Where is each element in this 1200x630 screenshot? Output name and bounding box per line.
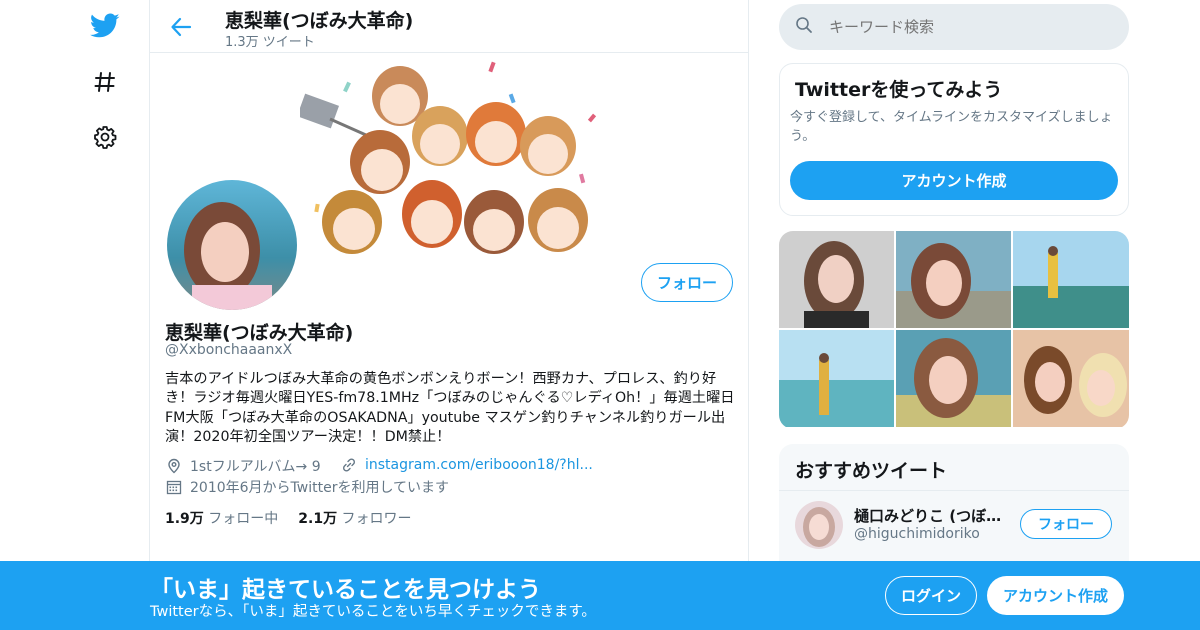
signup-card-text: 今すぐ登録して、タイムラインをカスタマイズしましょう。 (790, 110, 1113, 144)
profile-joined: 2010年6月からTwitterを利用しています (165, 477, 449, 497)
media-thumbnail[interactable] (779, 231, 894, 328)
signup-button[interactable]: アカウント作成 (987, 576, 1124, 615)
location-pin-icon (165, 457, 183, 475)
profile-display-name: 恵梨華(つぼみ大革命) (165, 322, 354, 344)
link-icon (340, 456, 358, 474)
hashtag-icon[interactable] (85, 62, 125, 102)
recommended-user-avatar[interactable] (795, 501, 843, 549)
followers-stat[interactable]: 2.1万 フォロワー (298, 508, 411, 528)
joined-text: 2010年6月からTwitterを利用しています (190, 480, 450, 496)
profile-avatar[interactable] (164, 177, 300, 313)
profile-location: 1stフルアルバム→ 9 (165, 456, 321, 476)
header-tweet-count: 1.3万 ツイート (225, 35, 315, 50)
gear-icon[interactable] (85, 117, 125, 157)
profile-bio: 吉本のアイドルつぼみ大革命の黄色ボンボンえりボーン！西野カナ、プロレス、釣り好き… (165, 371, 735, 445)
recommended-follow-button[interactable]: フォロー (1020, 509, 1112, 539)
left-nav (0, 0, 150, 630)
followers-count: 2.1万 (298, 511, 338, 527)
media-thumbnail[interactable] (1013, 231, 1129, 328)
recommended-title: おすすめツイート (795, 460, 948, 482)
back-arrow-icon[interactable] (166, 12, 196, 42)
profile-header-bar: 恵梨華(つぼみ大革命) 1.3万 ツイート (150, 0, 748, 53)
following-stat[interactable]: 1.9万 フォロー中 (165, 508, 278, 528)
recommended-user-handle: @higuchimidoriko (854, 526, 980, 542)
search-input[interactable] (829, 18, 1099, 36)
recommended-tweets: おすすめツイート 樋口みどりこ (つぼみ... @higuchimidoriko… (779, 444, 1129, 564)
signup-card-title: Twitterを使ってみよう (795, 79, 1003, 101)
search-box (779, 4, 1129, 50)
recommended-user[interactable]: 樋口みどりこ (つぼみ... @higuchimidoriko フォロー (779, 490, 1129, 560)
website-link[interactable]: instagram.com/eribooon18/?hl... (365, 457, 593, 473)
following-count: 1.9万 (165, 511, 204, 527)
search-icon (795, 16, 813, 38)
twitter-bird-icon[interactable] (85, 6, 125, 46)
follow-stats: 1.9万 フォロー中 2.1万 フォロワー (165, 508, 412, 528)
profile-banner-image[interactable] (300, 54, 600, 254)
media-thumbnail[interactable] (1013, 330, 1129, 427)
profile-website: instagram.com/eribooon18/?hl... (340, 456, 593, 474)
media-thumbnail[interactable] (779, 330, 894, 427)
following-label: フォロー中 (208, 511, 279, 527)
create-account-button[interactable]: アカウント作成 (790, 161, 1118, 200)
header-display-name: 恵梨華(つぼみ大革命) (225, 10, 414, 32)
signup-card: Twitterを使ってみよう 今すぐ登録して、タイムラインをカスタマイズしましょ… (779, 63, 1129, 216)
recommended-user-name[interactable]: 樋口みどりこ (つぼみ... (854, 505, 1014, 526)
media-grid (779, 231, 1129, 429)
follow-button[interactable]: フォロー (641, 263, 733, 302)
location-text: 1stフルアルバム→ 9 (190, 459, 321, 475)
media-thumbnail[interactable] (896, 330, 1011, 427)
prompt-subtitle: Twitterなら、「いま」起きていることをいち早くチェックできます。 (150, 604, 596, 620)
media-thumbnail[interactable] (896, 231, 1011, 328)
prompt-title: 「いま」起きていることを見つけよう (150, 577, 541, 603)
followers-label: フォロワー (341, 511, 412, 527)
login-button[interactable]: ログイン (885, 576, 977, 615)
profile-handle: @XxbonchaaanxX (165, 342, 293, 358)
calendar-icon (165, 478, 183, 496)
signup-prompt-bar: 「いま」起きていることを見つけよう Twitterなら、「いま」起きていることを… (0, 561, 1200, 630)
profile-column: 恵梨華(つぼみ大革命) 1.3万 ツイート フォロー 恵梨華(つぼみ大革命) @… (149, 0, 749, 630)
